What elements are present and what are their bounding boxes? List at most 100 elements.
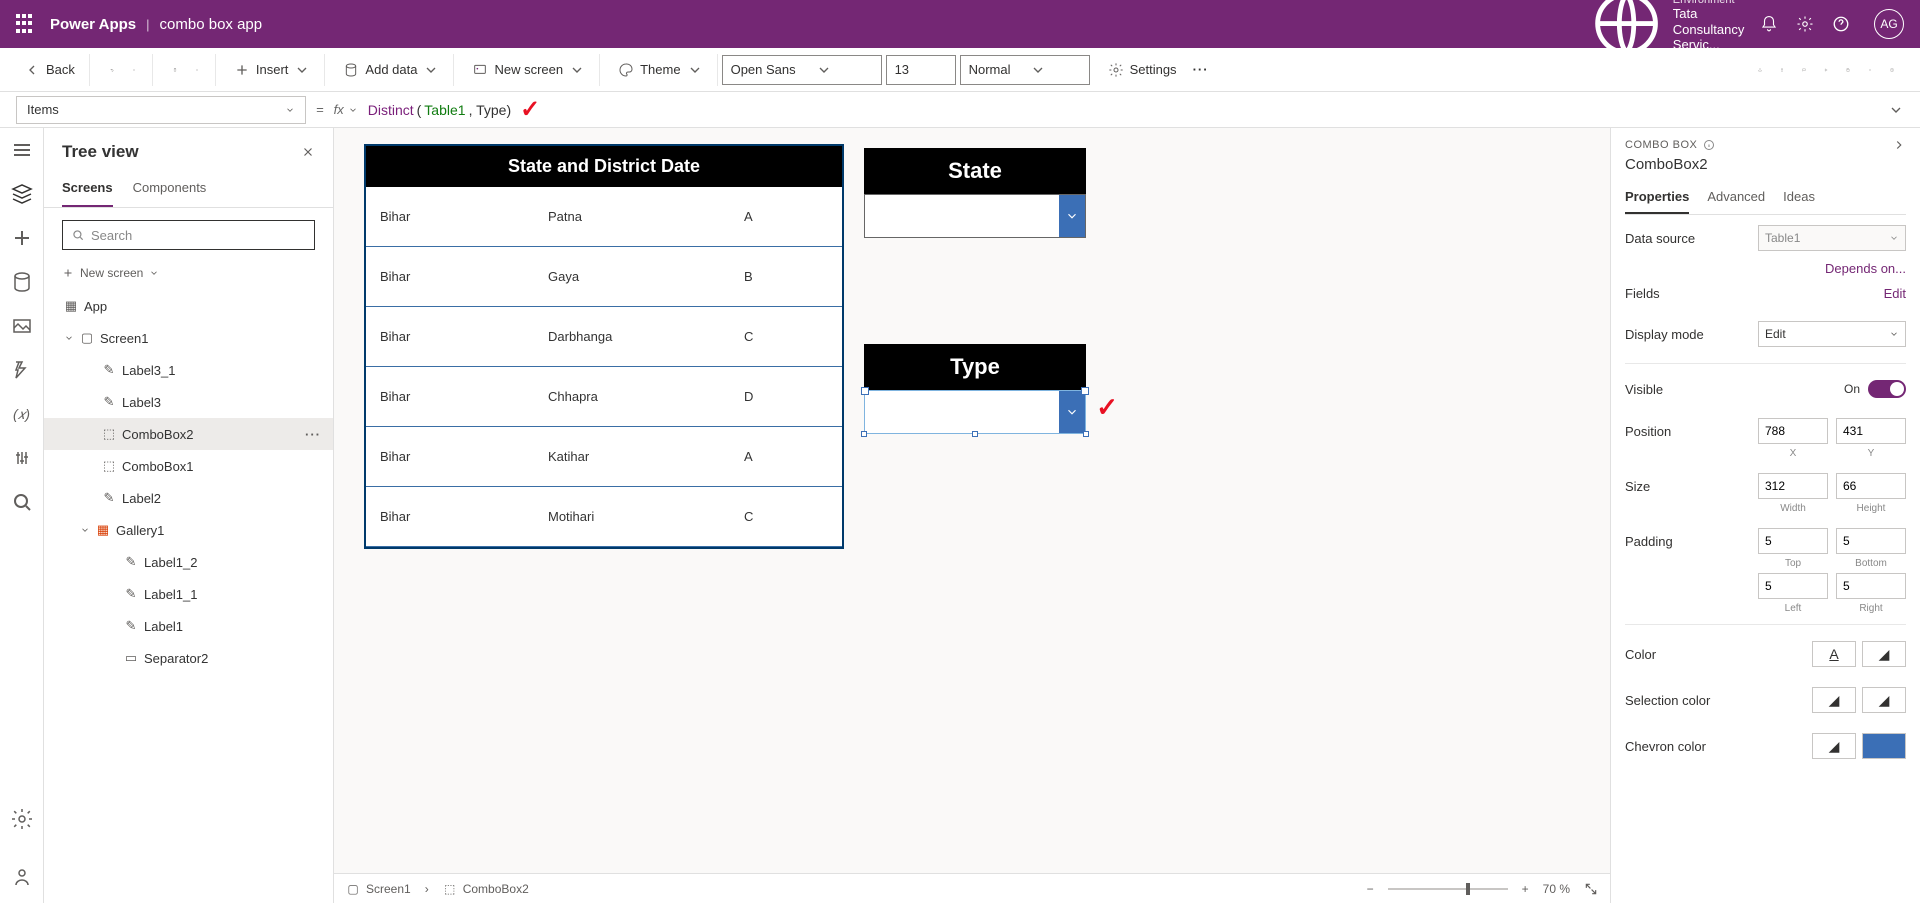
combobox-state[interactable] — [864, 194, 1086, 238]
chevron-color-label: Chevron color — [1625, 739, 1706, 754]
more-icon[interactable]: ··· — [1187, 58, 1215, 81]
height-input[interactable] — [1836, 473, 1906, 499]
chev-fill-color-button[interactable] — [1862, 733, 1906, 759]
control-name[interactable]: ComboBox2 — [1625, 156, 1906, 173]
back-button[interactable]: Back — [20, 58, 79, 82]
expand-formula-icon[interactable] — [1888, 102, 1904, 118]
tree-node-label3-1[interactable]: ✎Label3_1 — [44, 354, 333, 386]
sel-fill-color-button[interactable]: ◢ — [1862, 687, 1906, 713]
sel-font-color-button[interactable]: ◢ — [1812, 687, 1856, 713]
combobox-type[interactable] — [864, 390, 1086, 434]
rail-search-icon[interactable] — [10, 490, 34, 514]
rail-tools-icon[interactable] — [10, 446, 34, 470]
visible-toggle[interactable] — [1868, 380, 1906, 398]
font-weight-dropdown[interactable]: Normal — [960, 55, 1090, 85]
tree-node-combobox2[interactable]: ⬚ComboBox2··· — [44, 418, 333, 450]
insert-button[interactable]: Insert — [230, 58, 315, 82]
canvas[interactable]: State and District Date BiharPatnaA Biha… — [334, 128, 1598, 565]
info-icon[interactable] — [1703, 139, 1715, 151]
help-icon[interactable] — [1832, 15, 1850, 33]
property-dropdown[interactable]: Items — [16, 96, 306, 124]
padding-left-input[interactable] — [1758, 573, 1828, 599]
share-icon[interactable] — [1752, 62, 1768, 78]
save-icon[interactable] — [1840, 62, 1856, 78]
paste-icon[interactable] — [167, 62, 183, 78]
data-source-dropdown[interactable]: Table1 — [1758, 225, 1906, 251]
padding-top-input[interactable] — [1758, 528, 1828, 554]
chevron-down-icon — [1889, 329, 1899, 339]
padding-bottom-input[interactable] — [1836, 528, 1906, 554]
fields-edit-link[interactable]: Edit — [1884, 286, 1906, 301]
position-x-input[interactable] — [1758, 418, 1828, 444]
tree-node-separator2[interactable]: ▭Separator2 — [44, 642, 333, 674]
undo-icon[interactable] — [104, 62, 120, 78]
rail-hamburger-icon[interactable] — [10, 138, 34, 162]
position-y-input[interactable] — [1836, 418, 1906, 444]
zoom-in-icon[interactable]: + — [1522, 882, 1529, 896]
rail-variable-icon[interactable]: (𝑥) — [10, 402, 34, 426]
tab-screens[interactable]: Screens — [62, 174, 113, 207]
breadcrumb-control[interactable]: ⬚ComboBox2 — [443, 882, 529, 896]
chevron-down-icon[interactable] — [1862, 62, 1878, 78]
rail-settings-icon[interactable] — [10, 807, 34, 831]
new-screen-link[interactable]: New screen — [44, 262, 333, 290]
environment-picker[interactable]: Environment Tata Consultancy Servic... — [1588, 0, 1746, 63]
checker-icon[interactable] — [1774, 62, 1790, 78]
more-icon[interactable]: ··· — [305, 427, 321, 442]
tree-node-label1[interactable]: ✎Label1 — [44, 610, 333, 642]
tree-node-label2[interactable]: ✎Label2 — [44, 482, 333, 514]
fx-label[interactable]: fx — [334, 102, 358, 117]
theme-button[interactable]: Theme — [614, 58, 706, 82]
play-icon[interactable] — [1818, 62, 1834, 78]
formula-input[interactable]: Distinct (Table1, Type) ✓ — [368, 95, 1878, 124]
app-launcher-icon[interactable] — [16, 14, 36, 34]
tab-advanced[interactable]: Advanced — [1707, 183, 1765, 214]
rail-media-icon[interactable] — [10, 314, 34, 338]
tree-node-label1-2[interactable]: ✎Label1_2 — [44, 546, 333, 578]
tab-components[interactable]: Components — [133, 174, 207, 207]
rail-data-icon[interactable] — [10, 270, 34, 294]
zoom-slider[interactable] — [1388, 888, 1508, 890]
table-row: BiharChhapraD — [366, 367, 842, 427]
new-screen-button[interactable]: New screen — [468, 58, 589, 82]
tree-node-label3[interactable]: ✎Label3 — [44, 386, 333, 418]
breadcrumb-screen[interactable]: ▢Screen1 — [346, 882, 411, 896]
fill-color-button[interactable]: ◢ — [1862, 641, 1906, 667]
tree-node-label1-1[interactable]: ✎Label1_1 — [44, 578, 333, 610]
tree-node-screen1[interactable]: ▢Screen1 — [44, 322, 333, 354]
rail-ask-icon[interactable] — [10, 865, 34, 889]
tab-properties[interactable]: Properties — [1625, 183, 1689, 214]
settings-button[interactable]: Settings — [1104, 58, 1181, 82]
tree-node-app[interactable]: ▦App — [44, 290, 333, 322]
font-color-button[interactable]: A — [1812, 641, 1856, 667]
rail-plus-icon[interactable] — [10, 226, 34, 250]
chevron-right-icon[interactable] — [1892, 138, 1906, 152]
add-data-button[interactable]: Add data — [339, 58, 443, 82]
close-icon[interactable] — [301, 145, 315, 159]
gear-icon[interactable] — [1796, 15, 1814, 33]
tree-node-gallery1[interactable]: ▦Gallery1 — [44, 514, 333, 546]
brand-name[interactable]: Power Apps — [50, 16, 136, 33]
chev-font-color-button[interactable]: ◢ — [1812, 733, 1856, 759]
comment-icon[interactable] — [1796, 62, 1812, 78]
fit-icon[interactable] — [1584, 882, 1598, 896]
chevron-down-icon[interactable] — [126, 62, 142, 78]
separator-icon: ▭ — [124, 651, 138, 665]
annotation-checkmark: ✓ — [1096, 392, 1118, 423]
bell-icon[interactable] — [1760, 15, 1778, 33]
avatar[interactable]: AG — [1874, 9, 1904, 39]
tree-node-combobox1[interactable]: ⬚ComboBox1 — [44, 450, 333, 482]
depends-on-link[interactable]: Depends on... — [1825, 261, 1906, 276]
rail-tree-icon[interactable] — [10, 182, 34, 206]
publish-icon[interactable] — [1884, 62, 1900, 78]
rail-flow-icon[interactable] — [10, 358, 34, 382]
tree-search-input[interactable]: Search — [62, 220, 315, 250]
display-mode-dropdown[interactable]: Edit — [1758, 321, 1906, 347]
padding-right-input[interactable] — [1836, 573, 1906, 599]
width-input[interactable] — [1758, 473, 1828, 499]
tab-ideas[interactable]: Ideas — [1783, 183, 1815, 214]
zoom-out-icon[interactable]: − — [1367, 882, 1374, 896]
font-dropdown[interactable]: Open Sans — [722, 55, 882, 85]
chevron-down-icon[interactable] — [189, 62, 205, 78]
font-size-input[interactable]: 13 — [886, 55, 956, 85]
